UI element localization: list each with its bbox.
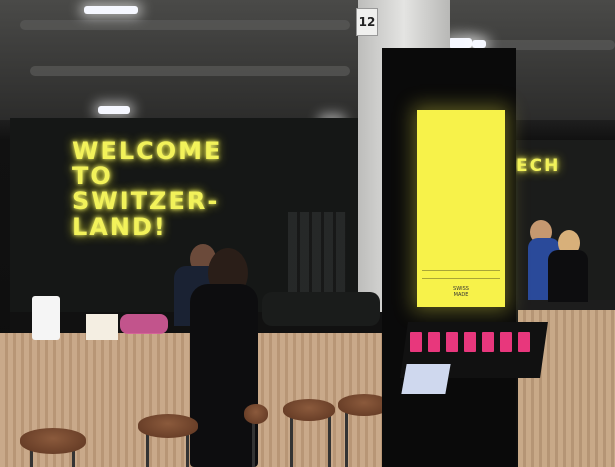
bar-stool [20,428,86,454]
neon-sign-welcome: WELCOME TO SWITZER- LAND! [72,137,223,241]
pillar-number-tag: 12 [356,8,378,36]
staff-person-right-2 [548,250,588,302]
stool-leg [186,432,189,467]
wall-shelf [288,212,346,298]
stool-leg [146,432,149,467]
stool-leg [328,412,331,467]
tissue-box [86,314,118,340]
ceiling-duct [30,66,350,76]
kiosk-screen[interactable]: SWISS MADE [417,110,505,307]
bar-stool [244,404,268,424]
visitor-person [190,284,258,467]
stool-leg [290,412,293,467]
ceiling-light [448,38,472,48]
pink-brochure [428,332,440,352]
ceiling-light [472,40,486,48]
stool-leg [345,406,348,467]
screen-brand-text: SWISS MADE [453,286,469,298]
ceiling-light [98,106,130,114]
pink-brochure [518,332,530,352]
screen-divider [422,278,500,279]
pink-brochure [464,332,476,352]
screen-divider [422,270,500,271]
bar-stool [283,399,335,421]
blue-brochure [401,364,451,394]
pink-brochure [410,332,422,352]
neon-sign-tech: ECH [516,156,561,176]
pink-bag [120,314,168,334]
pink-brochure [482,332,494,352]
bar-stool [138,414,198,438]
ceiling-duct [20,20,350,30]
paper-towel-roll [32,296,60,340]
pink-brochure [446,332,458,352]
merchandise-pile [262,292,380,326]
pink-brochure [500,332,512,352]
ceiling [0,0,615,120]
ceiling-light [84,6,138,14]
photo-scene: WELCOME TO SWITZER- LAND! ECH 12 SWISS M… [0,0,615,467]
